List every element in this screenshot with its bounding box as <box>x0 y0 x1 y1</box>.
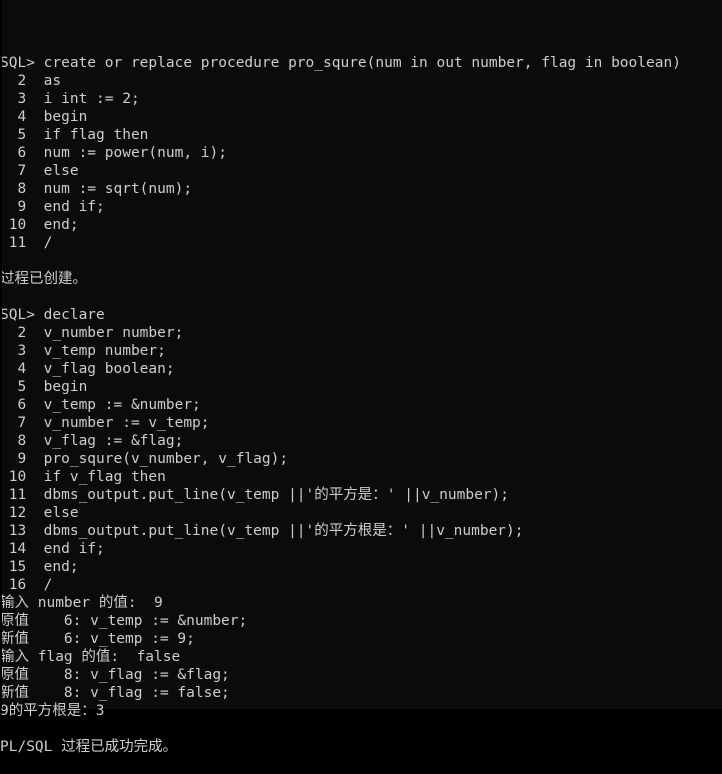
terminal-output-area: SQL> create or replace procedure pro_squ… <box>0 54 722 756</box>
terminal-line: 4 begin <box>0 109 88 125</box>
terminal-line: 13 dbms_output.put_line(v_temp ||'的平方根是：… <box>0 523 524 539</box>
terminal-line: 11 / <box>0 235 53 251</box>
terminal-line: 8 num := sqrt(num); <box>0 181 193 197</box>
terminal-line: 6 v_temp := &number; <box>0 397 201 413</box>
terminal-line: 2 as <box>0 73 62 89</box>
terminal-line: 输入 number 的值: 9 <box>0 595 163 611</box>
terminal-line: 过程已创建。 <box>0 271 87 287</box>
terminal-line: 9 pro_squre(v_number, v_flag); <box>0 451 289 467</box>
terminal-line: 7 v_number := v_temp; <box>0 415 210 431</box>
terminal-line: 11 dbms_output.put_line(v_temp ||'的平方是：'… <box>0 487 509 503</box>
sqlplus-terminal[interactable]: SQL> create or replace procedure pro_squ… <box>0 0 722 755</box>
terminal-line: SQL> create or replace procedure pro_squ… <box>0 55 681 71</box>
terminal-line: 16 / <box>0 577 53 593</box>
terminal-line: 10 end; <box>0 217 79 233</box>
terminal-line: 2 v_number number; <box>0 325 184 341</box>
terminal-line: 3 v_temp number; <box>0 343 166 359</box>
terminal-line: 输入 flag 的值: false <box>0 649 181 665</box>
terminal-line: 9 end if; <box>0 199 105 215</box>
terminal-line: 4 v_flag boolean; <box>0 361 175 377</box>
terminal-line: 14 end if; <box>0 541 105 557</box>
terminal-line: 7 else <box>0 163 79 179</box>
terminal-line: SQL> declare <box>0 307 105 323</box>
terminal-line: 15 end; <box>0 559 79 575</box>
terminal-line: 9的平方根是：3 <box>0 703 105 719</box>
terminal-line: 新值 8: v_flag := false; <box>0 685 230 701</box>
terminal-line: 原值 8: v_flag := &flag; <box>0 667 230 683</box>
terminal-line: 6 num := power(num, i); <box>0 145 227 161</box>
terminal-line: 5 begin <box>0 379 88 395</box>
terminal-line: 原值 6: v_temp := &number; <box>0 613 248 629</box>
terminal-line: 5 if flag then <box>0 127 149 143</box>
terminal-line: 12 else <box>0 505 79 521</box>
terminal-line: 3 i int := 2; <box>0 91 140 107</box>
terminal-line: 10 if v_flag then <box>0 469 166 485</box>
terminal-line: PL/SQL 过程已成功完成。 <box>0 739 178 755</box>
terminal-line: 8 v_flag := &flag; <box>0 433 184 449</box>
terminal-line: 新值 6: v_temp := 9; <box>0 631 195 647</box>
